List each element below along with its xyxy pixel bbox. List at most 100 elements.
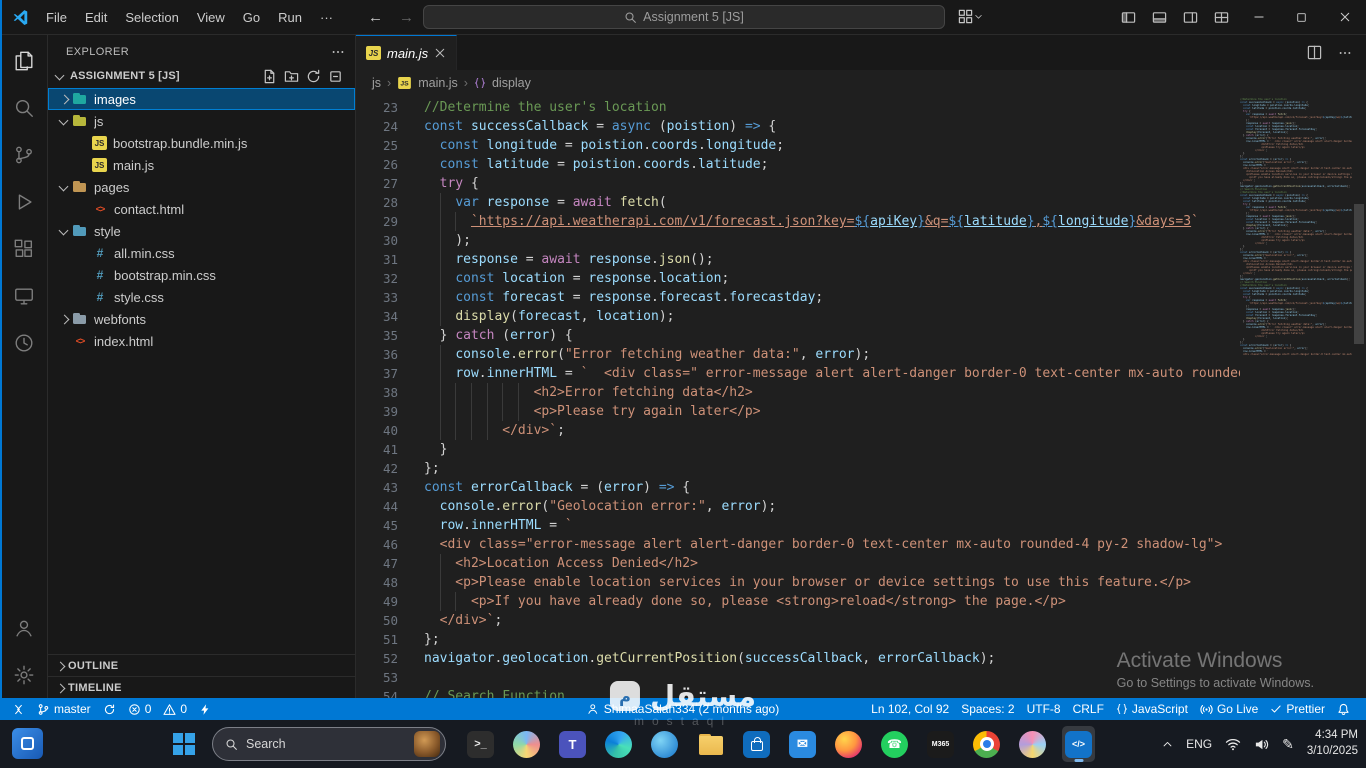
toggle-sidebar-icon[interactable] — [1113, 0, 1144, 34]
explorer-item-images[interactable]: images — [48, 88, 355, 110]
taskbar-file-explorer-button[interactable] — [694, 726, 727, 762]
code-line: 40 </div>`; — [356, 421, 1240, 440]
status-encoding[interactable]: UTF-8 — [1021, 698, 1067, 720]
status-gitlens-bolt[interactable] — [193, 698, 217, 720]
menu-go[interactable]: Go — [234, 6, 269, 29]
breadcrumb-folder[interactable]: js — [372, 76, 381, 90]
explorer-item-main.js[interactable]: JSmain.js — [48, 154, 355, 176]
status-sync[interactable] — [97, 698, 122, 720]
taskbar-search[interactable]: Search — [212, 727, 446, 761]
toggle-secondary-sidebar-icon[interactable] — [1175, 0, 1206, 34]
menu-edit[interactable]: Edit — [76, 6, 116, 29]
status-go-live[interactable]: Go Live — [1194, 698, 1264, 720]
collapse-folders-icon[interactable] — [328, 69, 343, 84]
explorer-item-index.html[interactable]: <>index.html — [48, 330, 355, 352]
maximize-button[interactable] — [1280, 0, 1323, 34]
activity-remote-explorer[interactable] — [0, 272, 48, 319]
status-warnings[interactable]: 0 — [157, 698, 193, 720]
status-language-mode[interactable]: JavaScript — [1110, 698, 1194, 720]
explorer-more-icon[interactable] — [331, 45, 345, 59]
refresh-explorer-icon[interactable] — [306, 69, 321, 84]
timeline-section[interactable]: TIMELINE — [48, 676, 355, 698]
minimap[interactable]: //Determine the user's locationconst suc… — [1240, 96, 1352, 698]
toggle-panel-icon[interactable] — [1144, 0, 1175, 34]
editor-scrollbar[interactable] — [1352, 96, 1366, 698]
status-blame[interactable]: ShimaaSalah334 (2 months ago) — [587, 698, 779, 720]
language-indicator[interactable]: ENG — [1186, 737, 1212, 751]
status-notifications[interactable] — [1331, 698, 1356, 720]
explorer-item-style.css[interactable]: #style.css — [48, 286, 355, 308]
close-tab-icon[interactable] — [434, 47, 446, 59]
pen-icon[interactable]: ✎ — [1282, 736, 1294, 753]
activity-extensions[interactable] — [0, 225, 48, 272]
taskbar-vscode-button[interactable]: </> — [1062, 726, 1095, 762]
explorer-item-bootstrap.bundle.min.js[interactable]: JSbootstrap.bundle.min.js — [48, 132, 355, 154]
taskbar-clock[interactable]: 4:34 PM 3/10/2025 — [1307, 728, 1358, 759]
explorer-item-bootstrap.min.css[interactable]: #bootstrap.min.css — [48, 264, 355, 286]
split-editor-icon[interactable] — [1307, 45, 1322, 60]
explorer-item-pages[interactable]: pages — [48, 176, 355, 198]
taskbar-copilot-button[interactable] — [510, 726, 543, 762]
status-errors[interactable]: 0 — [122, 698, 158, 720]
volume-icon[interactable] — [1254, 737, 1269, 752]
explorer-section-header[interactable]: ASSIGNMENT 5 [JS] — [48, 65, 355, 87]
editor-more-icon[interactable] — [1338, 46, 1352, 60]
wifi-icon[interactable] — [1225, 736, 1241, 752]
status-prettier[interactable]: Prettier — [1264, 698, 1331, 720]
history-forward-icon[interactable]: → — [399, 10, 414, 25]
status-cursor-position[interactable]: Ln 102, Col 92 — [865, 698, 955, 720]
breadcrumb-symbol[interactable]: display — [492, 76, 531, 90]
new-folder-icon[interactable] — [284, 69, 299, 84]
explorer-item-contact.html[interactable]: <>contact.html — [48, 198, 355, 220]
taskbar-teams-button[interactable]: T — [556, 726, 589, 762]
taskbar-whatsapp-button[interactable]: ☎ — [878, 726, 911, 762]
taskbar-photos-button[interactable] — [1016, 726, 1049, 762]
menu-more[interactable]: ··· — [311, 6, 342, 29]
explorer-item-webfonts[interactable]: webfonts — [48, 308, 355, 330]
scrollbar-thumb[interactable] — [1354, 204, 1364, 344]
breadcrumb-file[interactable]: main.js — [418, 76, 458, 90]
activity-search[interactable] — [0, 84, 48, 131]
taskbar-m365-button[interactable]: M365 — [924, 726, 957, 762]
explorer-item-style[interactable]: style — [48, 220, 355, 242]
activity-gitlens[interactable] — [0, 319, 48, 366]
activity-source-control[interactable] — [0, 131, 48, 178]
section-chevron-icon — [52, 68, 68, 84]
menu-run[interactable]: Run — [269, 6, 311, 29]
status-remote[interactable] — [6, 698, 31, 720]
activity-explorer[interactable] — [0, 37, 48, 84]
taskbar-mail-button[interactable]: ✉ — [786, 726, 819, 762]
go-live-icon — [1200, 703, 1213, 716]
taskbar-terminal-button[interactable]: >_ — [464, 726, 497, 762]
status-branch[interactable]: master — [31, 698, 97, 720]
menu-view[interactable]: View — [188, 6, 234, 29]
hidden-icons-chevron[interactable] — [1162, 739, 1173, 750]
menu-selection[interactable]: Selection — [116, 6, 187, 29]
code-line: 25 const longitude = poistion.coords.lon… — [356, 136, 1240, 155]
taskbar-widgets-button[interactable] — [12, 728, 43, 759]
activity-run-debug[interactable] — [0, 178, 48, 225]
menu-file[interactable]: File — [37, 6, 76, 29]
explorer-item-js[interactable]: js — [48, 110, 355, 132]
start-button[interactable] — [168, 728, 200, 760]
outline-section[interactable]: OUTLINE — [48, 654, 355, 676]
customize-layout-icon[interactable] — [1206, 0, 1237, 34]
activity-settings[interactable] — [0, 651, 48, 698]
history-back-icon[interactable]: ← — [368, 10, 383, 25]
status-indentation[interactable]: Spaces: 2 — [955, 698, 1020, 720]
command-center-search[interactable]: Assignment 5 [JS] — [423, 5, 945, 29]
close-button[interactable] — [1323, 0, 1366, 34]
code-editor[interactable]: 23//Determine the user's location24const… — [356, 96, 1366, 698]
taskbar-chrome-button[interactable] — [970, 726, 1003, 762]
taskbar-store-button[interactable] — [740, 726, 773, 762]
new-file-icon[interactable] — [262, 69, 277, 84]
tab-main-js[interactable]: JS main.js — [356, 35, 457, 70]
activity-account[interactable] — [0, 604, 48, 651]
status-eol[interactable]: CRLF — [1067, 698, 1110, 720]
taskbar-edge-button[interactable] — [602, 726, 635, 762]
apps-menu[interactable] — [958, 9, 983, 24]
explorer-item-all.min.css[interactable]: #all.min.css — [48, 242, 355, 264]
taskbar-edge-dev-button[interactable] — [648, 726, 681, 762]
minimize-button[interactable] — [1237, 0, 1280, 34]
taskbar-firefox-button[interactable] — [832, 726, 865, 762]
